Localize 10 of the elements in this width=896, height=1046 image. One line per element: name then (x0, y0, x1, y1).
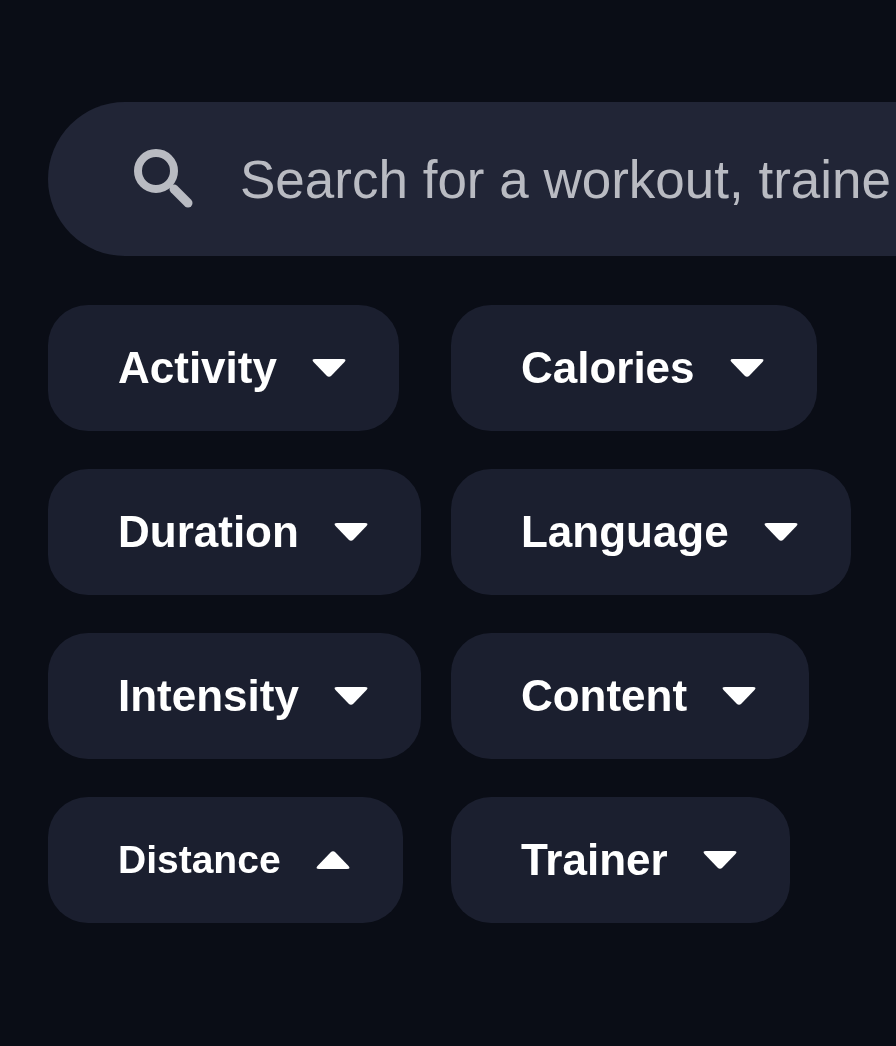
search-icon (134, 149, 194, 209)
filter-dropdown[interactable]: Language (450, 469, 851, 595)
filter-dropdown[interactable]: Content (450, 633, 810, 759)
search-field[interactable]: Search for a workout, traine (48, 102, 896, 256)
filter-dropdown[interactable]: Calories (450, 305, 817, 431)
filter-dropdown[interactable]: Trainer (450, 797, 790, 923)
filter-dropdown[interactable]: Distance (48, 797, 403, 923)
filter-dropdown[interactable]: Intensity (48, 633, 421, 759)
filter-dropdown[interactable]: Duration (48, 469, 421, 595)
filter-dropdown[interactable]: Activity (48, 305, 399, 431)
